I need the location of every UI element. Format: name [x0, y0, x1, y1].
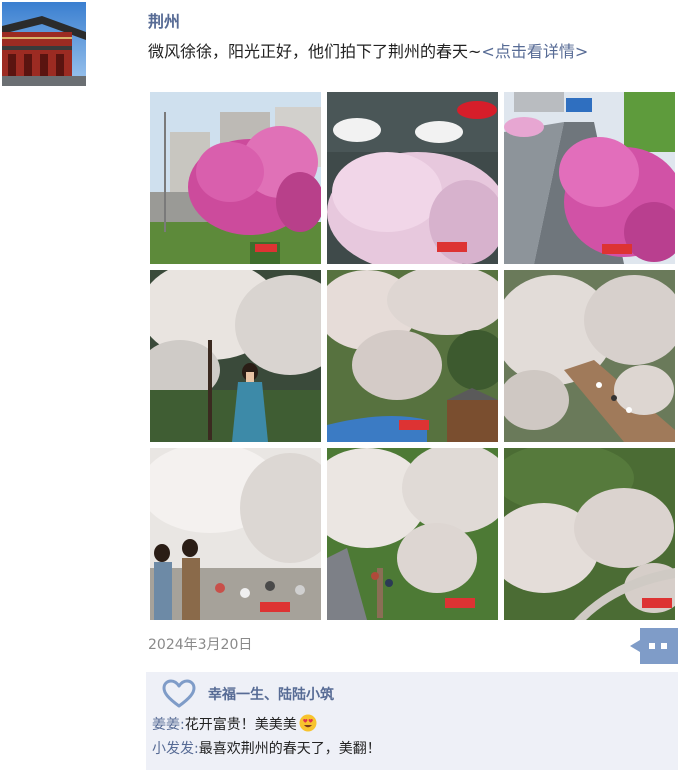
- photo-cherry-garden[interactable]: [504, 448, 675, 620]
- heart-icon: [162, 679, 196, 708]
- photo-watermark: [445, 598, 475, 608]
- photo-woman-hanfu[interactable]: [150, 270, 321, 442]
- photo-visitors-cherry[interactable]: [150, 448, 321, 620]
- photo-cherry-path[interactable]: [327, 448, 498, 620]
- photo-walkway-aerial[interactable]: [504, 270, 675, 442]
- comment-text: 最喜欢荆州的春天了，美翻！: [198, 741, 381, 757]
- comment-author[interactable]: 姜姜:: [152, 717, 185, 733]
- photo-watermark: [399, 420, 429, 430]
- photo-watermark: [437, 242, 467, 252]
- photo-watermark: [260, 602, 290, 612]
- photo-magnolia-roadside[interactable]: [150, 92, 321, 264]
- comment-text: 花开富贵！美美美: [184, 717, 297, 733]
- comment-author[interactable]: 小发发:: [152, 741, 199, 757]
- comments-panel: 幸福一生、陆陆小筑 姜姜:花开富贵！美美美 小发发:最喜欢荆州的春天了，美翻！: [146, 672, 678, 770]
- author-name[interactable]: 荆州: [148, 8, 180, 32]
- comment-button[interactable]: [630, 628, 678, 664]
- comment-item: 小发发:最喜欢荆州的春天了，美翻！: [152, 738, 381, 758]
- comment-item: 姜姜:花开富贵！美美美: [152, 714, 317, 734]
- photo-magnolia-parking[interactable]: [327, 92, 498, 264]
- comment-dots-icon: [630, 628, 678, 664]
- view-details-link[interactable]: <点击看详情>: [481, 42, 588, 61]
- photo-grid: [150, 92, 678, 620]
- heart-eyes-emoji-icon: [299, 714, 317, 732]
- post-caption: 微风徐徐，阳光正好，他们拍下了荆州的春天~: [148, 42, 482, 61]
- photo-park-aerial[interactable]: [327, 270, 498, 442]
- photo-watermark: [642, 598, 672, 608]
- photo-watermark: [602, 244, 632, 254]
- photo-magnolia-avenue[interactable]: [504, 92, 675, 264]
- post-text: 微风徐徐，阳光正好，他们拍下了荆州的春天~<点击看详情>: [148, 38, 588, 62]
- post-date: 2024年3月20日: [148, 637, 253, 653]
- liker-names[interactable]: 幸福一生、陆陆小筑: [208, 684, 334, 704]
- likes-row: 幸福一生、陆陆小筑: [162, 676, 334, 712]
- photo-watermark: [255, 244, 277, 252]
- avatar[interactable]: [2, 2, 86, 86]
